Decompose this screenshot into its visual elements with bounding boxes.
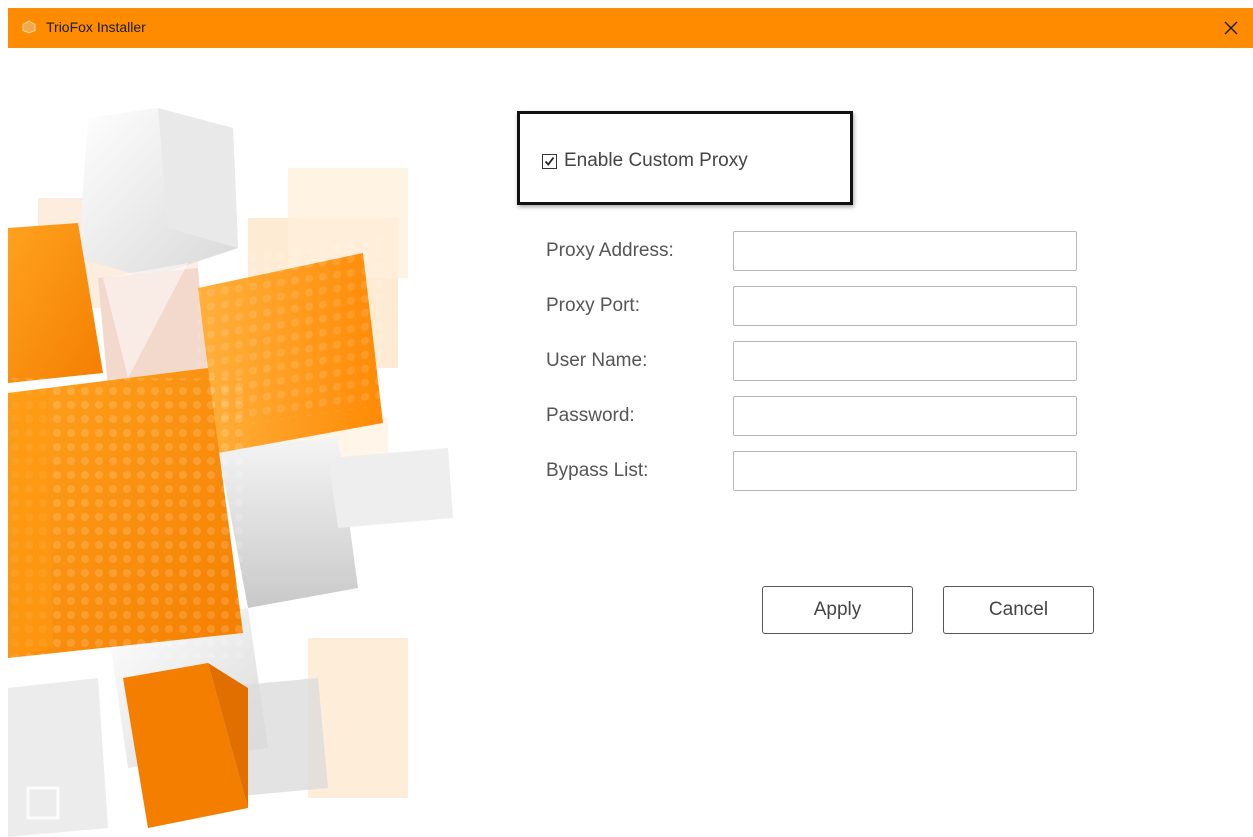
proxy-address-input[interactable] [733,231,1077,271]
close-button[interactable] [1209,8,1253,48]
bypass-list-input[interactable] [733,451,1077,491]
user-name-label: User Name: [546,350,648,371]
bypass-list-label: Bypass List: [546,460,649,481]
user-name-input[interactable] [733,341,1077,381]
checkmark-icon [544,156,555,166]
password-label: Password: [546,405,635,426]
password-input[interactable] [733,396,1077,436]
enable-custom-proxy-checkbox[interactable]: Enable Custom Proxy [542,150,748,172]
apply-button[interactable]: Apply [762,586,913,634]
proxy-address-label: Proxy Address: [546,240,674,261]
checkbox-box[interactable] [542,153,557,169]
window-title: TrioFox Installer [46,19,146,35]
proxy-port-input[interactable] [733,286,1077,326]
title-bar: TrioFox Installer [8,8,1253,48]
cubes-illustration [8,108,453,837]
cancel-button[interactable]: Cancel [943,586,1094,634]
installer-window: TrioFox Installer Enable Custom Proxy Pr… [8,8,1253,837]
custom-proxy-panel: Enable Custom Proxy [517,111,853,205]
enable-custom-proxy-label: Enable Custom Proxy [564,150,748,171]
proxy-port-label: Proxy Port: [546,295,640,316]
triofox-logo-icon [22,20,36,34]
close-icon [1224,21,1238,35]
